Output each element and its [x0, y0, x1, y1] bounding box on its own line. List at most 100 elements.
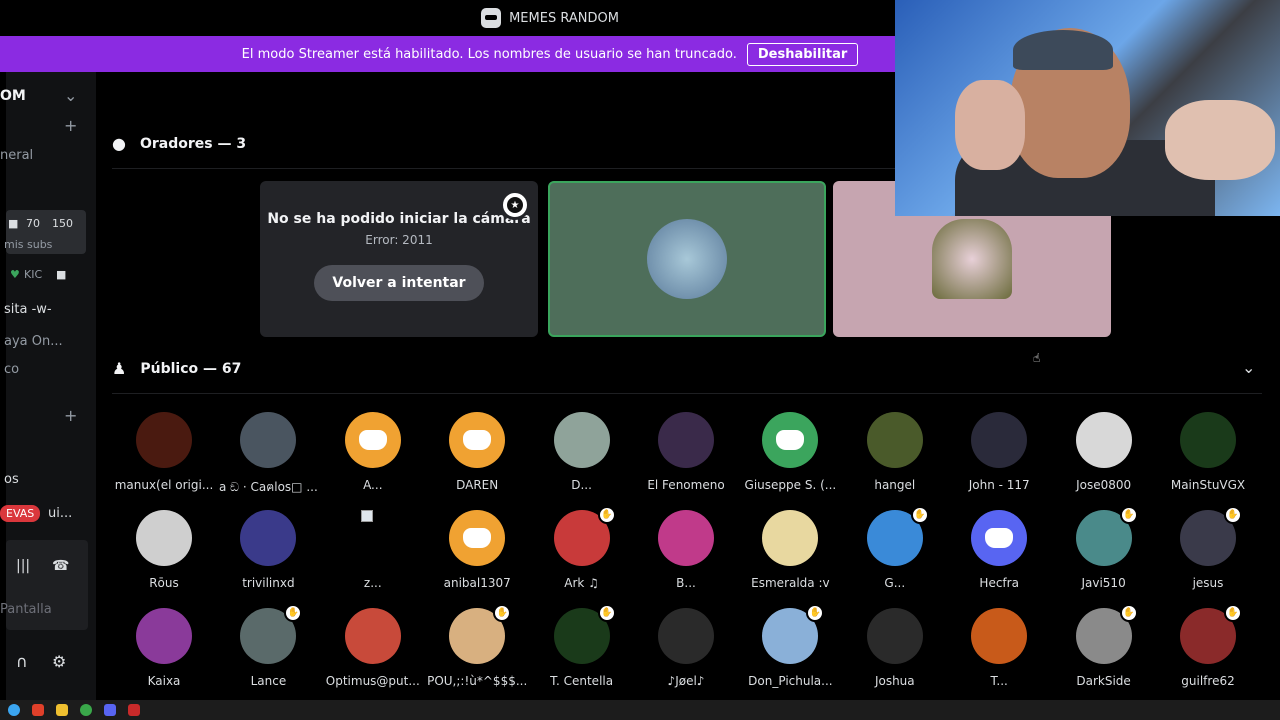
audience-member[interactable]: Hecfra — [947, 510, 1051, 590]
add-channel-icon[interactable]: + — [64, 116, 77, 135]
avatar — [136, 510, 192, 566]
member-name: Lance — [250, 674, 287, 688]
audience-member[interactable]: T... — [947, 608, 1051, 688]
soundboard-icon[interactable]: ||| — [16, 558, 30, 574]
audience-member[interactable]: manux(el origi... — [112, 412, 216, 492]
channel-os[interactable]: os — [4, 472, 19, 487]
audience-title: Público — 67 — [140, 360, 242, 377]
audience-member[interactable]: El Fenomeno — [634, 412, 738, 492]
audience-member[interactable]: ✋ DarkSide — [1052, 604, 1156, 688]
channel-co[interactable]: co — [4, 362, 19, 377]
raised-hand-icon: ✋ — [1224, 506, 1242, 524]
edge-icon[interactable] — [8, 704, 20, 716]
audience-member[interactable]: DAREN — [425, 412, 529, 492]
disable-streamer-button[interactable]: Deshabilitar — [746, 42, 859, 66]
folder-icon[interactable] — [56, 704, 68, 716]
audience-member[interactable]: D... — [530, 412, 634, 492]
audience-header[interactable]: ♟ Público — 67 — [112, 359, 241, 378]
audience-member[interactable]: ✋ G... — [843, 506, 947, 590]
channel-sidebar: OM ⌄ + neral ■ 70 150 mis subs ♥ KIC ■ s… — [0, 72, 96, 700]
avatar — [762, 412, 819, 468]
app-icon[interactable] — [128, 704, 140, 716]
audience-member[interactable]: Giuseppe S. (... — [738, 412, 842, 492]
member-name: John - 117 — [968, 478, 1030, 492]
add-channel-icon[interactable]: + — [64, 406, 77, 425]
retry-button[interactable]: Volver a intentar — [314, 265, 484, 301]
audience-member[interactable]: ✋ Javi510 — [1052, 506, 1156, 590]
audience-member[interactable]: John - 117 — [947, 412, 1051, 492]
chevron-down-icon[interactable]: ⌄ — [64, 86, 77, 105]
chrome-icon[interactable] — [80, 704, 92, 716]
member-name: T. Centella — [550, 674, 614, 688]
audience-member[interactable]: trivilinxd — [216, 510, 320, 590]
avatar — [866, 608, 923, 664]
audience-member[interactable]: anibal1307 — [425, 510, 529, 590]
audience-member[interactable]: ✋ guilfre62 — [1156, 604, 1260, 688]
audience-member[interactable]: hangel — [843, 412, 947, 492]
audience-member[interactable]: B... — [634, 510, 738, 590]
channel-kick[interactable]: KIC — [24, 268, 42, 281]
channel-sita[interactable]: sita -w- — [4, 302, 52, 317]
member-name: B... — [676, 576, 696, 590]
avatar: ✋ — [1075, 506, 1138, 566]
screen-share-label[interactable]: Pantalla — [0, 602, 52, 617]
audience-member[interactable]: Jose0800 — [1052, 412, 1156, 492]
audience-member[interactable]: ✋ POU,;:!ù*^$$$... — [425, 604, 529, 688]
audience-member[interactable]: ♪Jøel♪ — [634, 608, 738, 688]
member-name: Don_Pichula... — [748, 674, 833, 688]
raised-hand-icon: ✋ — [1224, 604, 1242, 622]
audience-member[interactable]: ✋ Don_Pichula... — [738, 604, 842, 688]
audience-member[interactable]: Optimus@put... — [321, 608, 425, 688]
audience-member[interactable]: Esmeralda :v — [738, 510, 842, 590]
audience-member[interactable]: Kaixa — [112, 608, 216, 688]
channel-general[interactable]: neral — [0, 148, 33, 163]
avatar — [658, 510, 714, 566]
avatar — [344, 608, 401, 664]
camera-error-tile: No se ha podido iniciar la cámara Error:… — [260, 181, 538, 337]
window-title-text: MEMES RANDOM — [509, 10, 619, 26]
window-title: MEMES RANDOM — [481, 8, 619, 28]
member-name: guilfre62 — [1181, 674, 1235, 688]
member-name: hangel — [874, 478, 916, 492]
member-name: Javi510 — [1081, 576, 1126, 590]
audience-member[interactable]: a ඞ · Caฅlos□ ... — [216, 412, 320, 497]
discord-logo-icon — [776, 430, 805, 450]
avatar — [240, 412, 297, 468]
gear-icon[interactable]: ⚙ — [52, 652, 66, 671]
banner-text: El modo Streamer está habilitado. Los no… — [241, 46, 737, 62]
headphones-icon[interactable]: ∩ — [16, 652, 28, 671]
audience-member[interactable]: MainStuVGX — [1156, 412, 1260, 492]
member-name: a ඞ · Caฅlos□ ... — [218, 480, 318, 494]
server-name[interactable]: OM — [0, 88, 26, 104]
channel-ui[interactable]: ui... — [48, 506, 72, 521]
brave-icon[interactable] — [32, 704, 44, 716]
audience-member[interactable]: ✋ jesus — [1156, 506, 1260, 590]
speaker-avatar — [932, 219, 1012, 299]
star-icon: ★ — [507, 197, 523, 213]
audience-member[interactable]: ✋ T. Centella — [530, 604, 634, 688]
member-name: El Fenomeno — [647, 478, 725, 492]
audience-member[interactable]: A... — [321, 412, 425, 492]
avatar: ✋ — [866, 506, 929, 566]
member-name: MainStuVGX — [1170, 478, 1246, 492]
avatar: ✋ — [240, 604, 303, 664]
avatar: ✋ — [553, 604, 616, 664]
avatar — [971, 412, 1028, 468]
camera-error-code: Error: 2011 — [365, 233, 433, 247]
speaker-tile[interactable] — [548, 181, 826, 337]
speaker-avatar — [647, 219, 727, 299]
disconnect-icon[interactable]: ☎ — [52, 558, 69, 574]
channel-aya[interactable]: aya On... — [4, 334, 63, 349]
audience-member[interactable]: Rōus — [112, 510, 216, 590]
audience-member[interactable]: z... — [321, 510, 425, 590]
discord-icon[interactable] — [104, 704, 116, 716]
audience-member[interactable]: ✋ Lance — [216, 604, 320, 688]
user-count: 70 — [26, 217, 40, 230]
webcam-hand — [1165, 100, 1275, 180]
audience-member[interactable]: Joshua — [843, 608, 947, 688]
heart-icon: ♥ — [10, 268, 20, 281]
audience-member[interactable]: ✋ Ark ♫ — [530, 506, 634, 590]
raised-hand-icon: ✋ — [284, 604, 303, 622]
avatar — [136, 412, 192, 468]
chevron-down-icon[interactable]: ⌄ — [1242, 358, 1255, 377]
